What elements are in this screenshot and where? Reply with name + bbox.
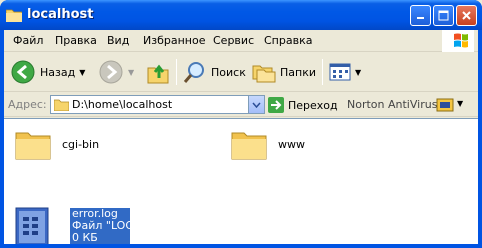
title-bar[interactable]: localhost — [0, 0, 482, 30]
norton-dropdown-icon[interactable]: ▼ — [457, 99, 463, 108]
folder-icon — [231, 132, 267, 160]
folder-label: www — [278, 138, 305, 151]
address-dropdown-button[interactable] — [248, 96, 264, 113]
folder-icon — [54, 99, 69, 111]
go-button[interactable]: Переход — [268, 96, 338, 114]
up-folder-button[interactable] — [147, 58, 169, 86]
forward-arrow-icon — [99, 60, 123, 84]
client-area: Файл Правка Вид Избранное Сервис Справка — [4, 30, 478, 248]
folders-label: Папки — [280, 65, 316, 79]
folder-icon — [6, 9, 22, 22]
back-label: Назад — [40, 65, 76, 79]
windows-flag-icon — [454, 33, 468, 48]
address-label: Адрес: — [8, 98, 47, 111]
go-arrow-icon — [268, 97, 284, 113]
file-item-error-log[interactable]: error.log Файл "LOG" 0 КБ — [14, 119, 139, 248]
norton-antivirus-label[interactable]: Norton AntiVirus — [347, 98, 437, 111]
search-button[interactable]: Поиск — [183, 58, 246, 86]
menu-favorites[interactable]: Избранное — [143, 34, 205, 47]
maximize-icon — [438, 10, 449, 21]
menu-edit[interactable]: Правка — [55, 34, 97, 47]
menu-bar: Файл Правка Вид Избранное Сервис Справка — [4, 30, 478, 52]
address-input[interactable]: D:\home\localhost — [50, 95, 265, 114]
up-folder-icon — [147, 64, 169, 84]
toolbar-separator — [176, 59, 177, 85]
forward-dropdown-icon[interactable]: ▼ — [128, 68, 134, 77]
file-size: 0 КБ — [72, 231, 98, 244]
close-button[interactable] — [456, 5, 477, 26]
maximize-button[interactable] — [433, 5, 454, 26]
explorer-window: localhost Файл Правка Вид Избранное Серв… — [0, 0, 482, 248]
forward-button[interactable]: ▼ — [98, 58, 134, 86]
close-icon — [462, 11, 471, 20]
views-icon — [329, 63, 351, 81]
back-dropdown-icon[interactable]: ▼ — [79, 68, 85, 77]
menu-view[interactable]: Вид — [107, 34, 129, 47]
toolbar: Назад ▼ ▼ Поиск Папки ▼ — [4, 53, 478, 92]
menu-file[interactable]: Файл — [13, 34, 43, 47]
folder-item-www[interactable]: www — [230, 125, 340, 165]
minimize-icon — [417, 17, 424, 19]
log-file-icon — [15, 207, 49, 247]
address-bar: Адрес: D:\home\localhost Переход Norton … — [4, 93, 478, 117]
menu-tools[interactable]: Сервис — [213, 34, 254, 47]
back-button[interactable]: Назад ▼ — [10, 58, 85, 86]
folders-button[interactable]: Папки — [252, 58, 316, 86]
toolbar-separator — [322, 59, 323, 85]
window-frame-bottom — [0, 244, 482, 248]
selected-file-details: error.log Файл "LOG" 0 КБ — [70, 208, 139, 246]
views-button[interactable]: ▼ — [329, 58, 361, 86]
folders-icon — [252, 65, 276, 83]
norton-icon[interactable] — [436, 96, 454, 114]
address-value: D:\home\localhost — [72, 98, 173, 111]
search-label: Поиск — [211, 65, 246, 79]
window-title: localhost — [27, 7, 94, 22]
chevron-down-icon — [252, 102, 261, 108]
file-list-pane[interactable]: cgi-bin www error.log Файл "LOG" 0 КБ — [4, 118, 478, 247]
minimize-button[interactable] — [410, 5, 431, 26]
menu-help[interactable]: Справка — [264, 34, 312, 47]
back-arrow-icon — [11, 60, 35, 84]
views-dropdown-icon[interactable]: ▼ — [355, 68, 361, 77]
windows-logo — [442, 30, 474, 52]
go-label: Переход — [288, 98, 338, 112]
search-icon — [183, 62, 204, 83]
